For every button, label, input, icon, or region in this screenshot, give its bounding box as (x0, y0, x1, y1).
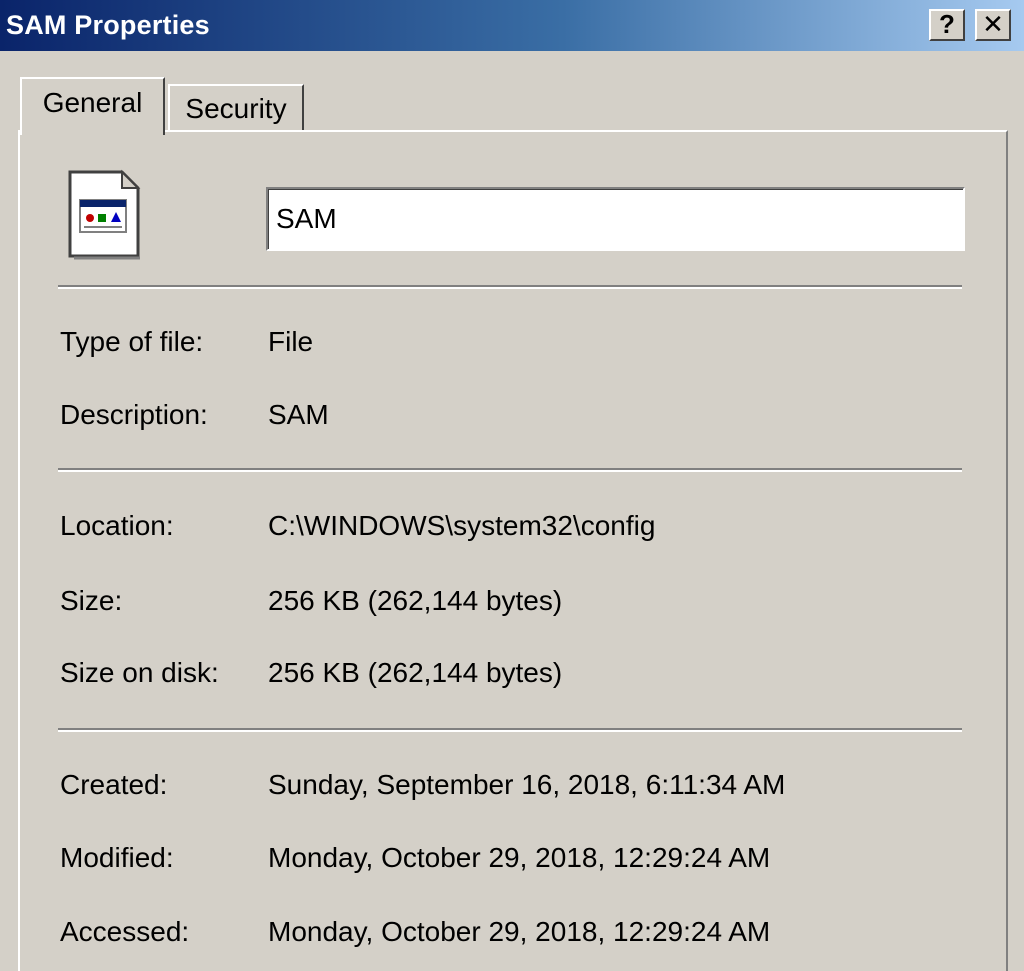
size-value: 256 KB (262,144 bytes) (268, 585, 563, 616)
tab-security[interactable]: Security (168, 84, 304, 132)
accessed-label: Accessed: (60, 916, 190, 947)
separator (58, 468, 962, 472)
separator (58, 285, 962, 289)
file-icon (68, 169, 141, 260)
modified-value: Monday, October 29, 2018, 12:29:24 AM (268, 842, 771, 873)
accessed-value: Monday, October 29, 2018, 12:29:24 AM (268, 916, 771, 947)
modified-label: Modified: (60, 842, 174, 873)
file-name-input[interactable] (266, 187, 965, 251)
size-on-disk-value: 256 KB (262,144 bytes) (268, 657, 563, 688)
location-label: Location: (60, 510, 174, 541)
created-value: Sunday, September 16, 2018, 6:11:34 AM (268, 769, 786, 800)
help-button[interactable]: ? (929, 9, 965, 41)
description-value: SAM (268, 399, 329, 430)
type-of-file-label: Type of file: (60, 326, 204, 357)
size-on-disk-label: Size on disk: (60, 657, 219, 688)
description-label: Description: (60, 399, 208, 430)
created-label: Created: (60, 769, 168, 800)
location-value: C:\WINDOWS\system32\config (268, 510, 656, 541)
close-button[interactable]: ✕ (975, 9, 1011, 41)
separator (58, 728, 962, 732)
tab-general[interactable]: General (20, 77, 165, 135)
title-bar[interactable]: SAM Properties ? ✕ (0, 0, 1024, 51)
properties-window: SAM Properties ? ✕ General Security Type… (0, 0, 1024, 971)
window-title: SAM Properties (6, 10, 210, 40)
type-of-file-value: File (268, 326, 314, 357)
size-label: Size: (60, 585, 123, 616)
